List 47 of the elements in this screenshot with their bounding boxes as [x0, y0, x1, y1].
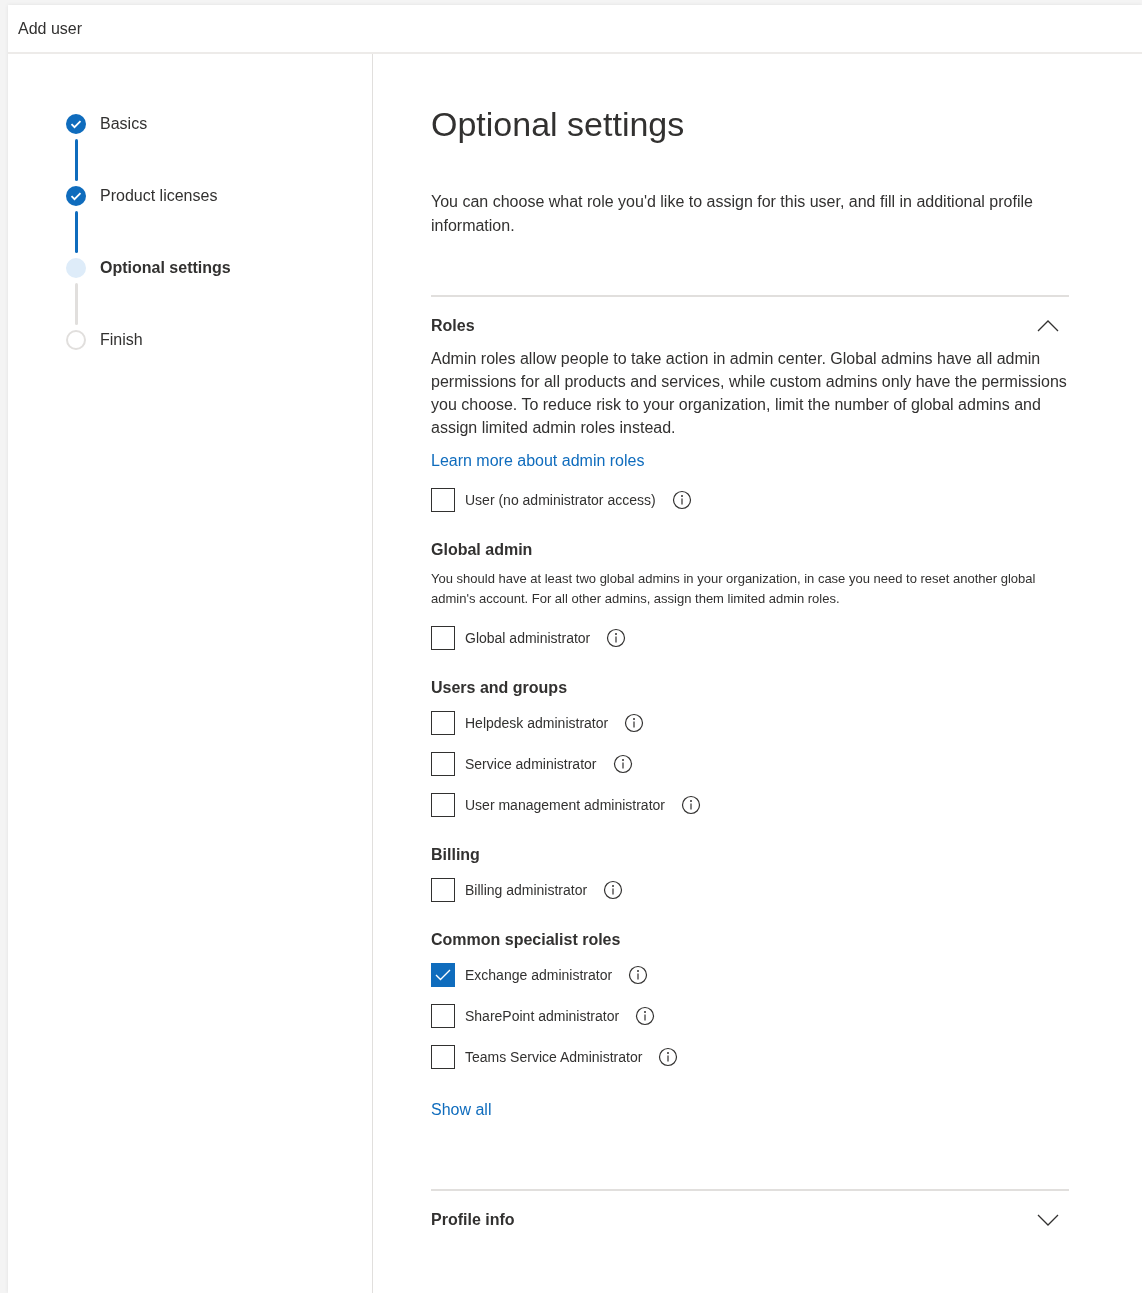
role-label: Billing administrator — [465, 881, 588, 899]
group-title: Global admin — [431, 540, 534, 560]
step-label: Optional settings — [100, 258, 231, 278]
info-icon[interactable] — [681, 795, 701, 815]
checkbox[interactable] — [431, 752, 455, 776]
dialog-title: Add user — [18, 19, 83, 38]
role-label: User (no administrator access) — [465, 491, 656, 509]
group-title: Users and groups — [431, 678, 569, 698]
step-label: Finish — [100, 330, 143, 350]
page-title: Optional settings — [431, 104, 686, 144]
role-label: SharePoint administrator — [465, 1007, 620, 1025]
chevron-down-icon[interactable] — [1037, 1214, 1059, 1226]
section-title: Profile info — [431, 1210, 515, 1230]
step-label: Basics — [100, 114, 148, 134]
page-description: You can choose what role you'd like to assign for this user, and fill in additional profile information. — [431, 192, 1034, 236]
section-description: Admin roles allow people to take action in admin center. Global admins have all admin permissions for all products and services, while custom admins only have the permissions you choose. To reduce risk to your organization, limit the number of global admins and assign limited admin roles instead. — [431, 349, 1068, 438]
checkbox[interactable] — [431, 793, 455, 817]
checkbox[interactable] — [431, 963, 455, 987]
checkbox[interactable] — [431, 1045, 455, 1069]
checkbox[interactable] — [431, 878, 455, 902]
learn-more-link[interactable]: Learn more about admin roles — [431, 451, 645, 471]
info-icon[interactable] — [624, 713, 645, 733]
role-label: Global administrator — [465, 629, 591, 647]
checkbox[interactable] — [431, 1004, 455, 1028]
section-title: Roles — [431, 316, 475, 336]
role-label: User management administrator — [465, 796, 665, 814]
info-icon[interactable] — [671, 490, 692, 510]
info-icon[interactable] — [635, 1006, 656, 1026]
check-icon — [435, 969, 451, 981]
group-title: Common specialist roles — [431, 930, 622, 950]
info-icon[interactable] — [612, 754, 633, 774]
group-description: You should have at least two global admins in your organization, in case you need to reset another global admin's account. For all other admins, assign them limited admin roles. — [431, 570, 1037, 608]
checkbox[interactable] — [431, 488, 455, 512]
checkbox[interactable] — [431, 626, 455, 650]
role-label: Service administrator — [465, 755, 597, 773]
role-label: Teams Service Administrator — [465, 1048, 643, 1066]
role-label: Helpdesk administrator — [465, 714, 609, 732]
info-icon[interactable] — [628, 965, 649, 985]
chevron-up-icon[interactable] — [1037, 320, 1059, 332]
info-icon[interactable] — [603, 880, 624, 900]
group-title: Billing — [431, 845, 481, 865]
info-icon[interactable] — [658, 1047, 679, 1067]
show-all-link[interactable]: Show all — [431, 1101, 492, 1119]
checkbox[interactable] — [431, 711, 455, 735]
info-icon[interactable] — [606, 628, 627, 648]
role-label: Exchange administrator — [465, 966, 613, 984]
step-label: Product licenses — [100, 186, 218, 206]
